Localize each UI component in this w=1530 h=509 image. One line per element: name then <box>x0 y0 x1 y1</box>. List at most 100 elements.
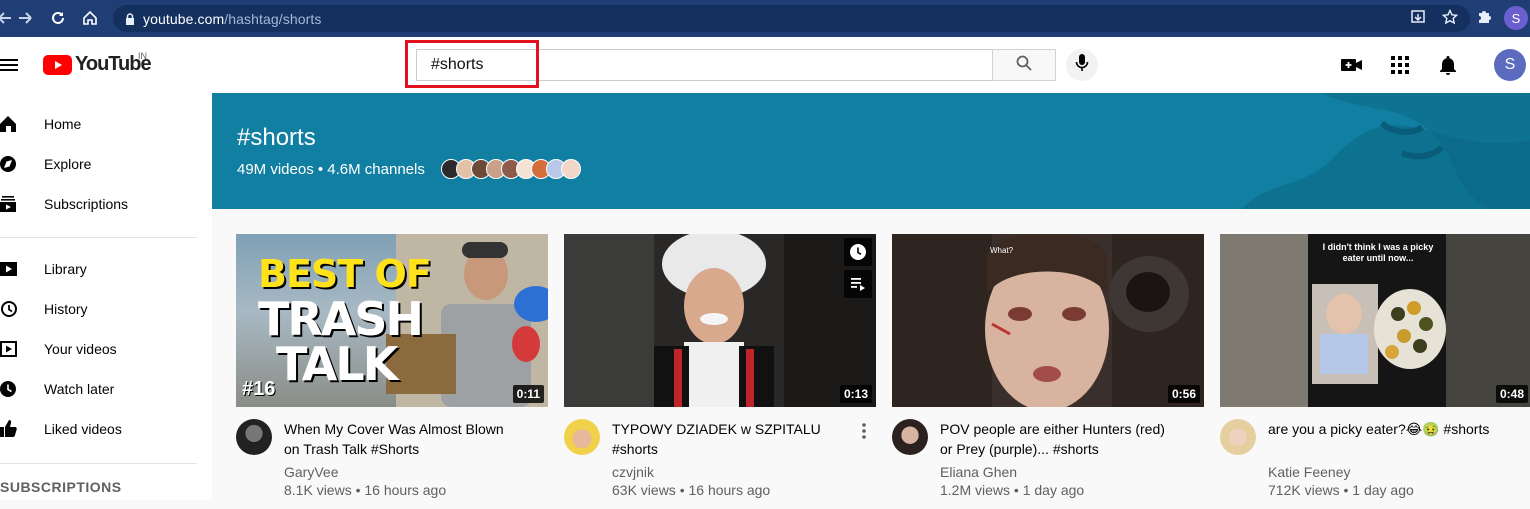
video-stats: 8.1K views • 16 hours ago <box>284 482 447 498</box>
more-options-icon[interactable] <box>852 419 876 443</box>
create-video-icon[interactable] <box>1340 53 1364 77</box>
search-highlight-annotation <box>405 40 539 88</box>
sidebar-item-home[interactable]: Home <box>0 104 212 144</box>
notifications-bell-icon[interactable] <box>1436 53 1460 77</box>
channel-name[interactable]: Eliana Ghen <box>940 464 1017 480</box>
sidebar: Home Explore Subscriptions Library Histo… <box>0 93 212 500</box>
channel-name[interactable]: GaryVee <box>284 464 338 480</box>
youtube-logo[interactable]: YouTube <box>43 53 152 76</box>
logo-region-label: IN <box>138 51 147 61</box>
history-icon <box>0 299 20 319</box>
sidebar-item-library[interactable]: Library <box>0 249 212 289</box>
sidebar-item-label: Home <box>44 116 82 132</box>
home-icon <box>0 114 20 134</box>
channel-avatar-stack[interactable] <box>441 159 581 179</box>
channel-avatar[interactable] <box>236 419 272 455</box>
clock-icon <box>850 244 866 260</box>
sidebar-divider <box>0 237 197 238</box>
video-title[interactable]: TYPOWY DZIADEK w SZPITALU #shorts <box>612 419 848 459</box>
duration-badge: 0:48 <box>1495 385 1528 403</box>
menu-icon[interactable] <box>0 55 20 75</box>
video-title[interactable]: are you a picky eater?😂🤢 #shorts <box>1268 419 1504 439</box>
duration-badge: 0:56 <box>1167 385 1200 403</box>
thumb-up-icon <box>0 419 20 439</box>
channel-avatar <box>561 159 581 179</box>
sidebar-item-label: Your videos <box>44 341 117 357</box>
video-card[interactable]: I didn't think I was a picky eater until… <box>1220 234 1530 509</box>
sidebar-item-liked-videos[interactable]: Liked videos <box>0 409 212 449</box>
video-stats: 712K views • 1 day ago <box>1268 482 1414 498</box>
thumbnail-headline: TALK <box>276 337 398 391</box>
sidebar-item-watch-later[interactable]: Watch later <box>0 369 212 409</box>
hashtag-title: #shorts <box>237 124 316 151</box>
sidebar-item-label: Subscriptions <box>44 196 129 212</box>
channel-avatar[interactable] <box>1220 419 1256 455</box>
voice-search-button[interactable] <box>1066 49 1098 81</box>
sidebar-item-label: Explore <box>44 156 92 172</box>
sidebar-section-title: SUBSCRIPTIONS <box>0 479 122 495</box>
thumbnail-artwork <box>892 234 1204 407</box>
your-videos-icon <box>0 339 20 359</box>
add-to-queue-button[interactable] <box>844 270 872 298</box>
sidebar-item-your-videos[interactable]: Your videos <box>0 329 212 369</box>
video-stats: 63K views • 16 hours ago <box>612 482 771 498</box>
thumbnail-episode-badge: #16 <box>242 378 276 400</box>
video-title[interactable]: When My Cover Was Almost Blown on Trash … <box>284 419 520 459</box>
thumbnail-caption: I didn't think I was a picky eater until… <box>1322 242 1434 263</box>
sidebar-item-label: History <box>44 301 88 317</box>
lock-icon <box>123 12 137 26</box>
banner-decoration <box>1242 93 1530 209</box>
subscriptions-icon <box>0 194 20 214</box>
reload-icon[interactable] <box>45 5 71 31</box>
sidebar-item-label: Watch later <box>44 381 115 397</box>
browser-profile-avatar[interactable]: S <box>1504 6 1528 30</box>
sidebar-item-label: Library <box>44 261 87 277</box>
account-avatar[interactable]: S <box>1494 49 1526 81</box>
queue-icon <box>851 278 865 291</box>
hashtag-banner: #shorts 49M videos • 4.6M channels <box>212 93 1530 209</box>
bookmark-star-icon[interactable] <box>1441 8 1459 30</box>
video-card[interactable]: What? 0:56 POV people are either Hunters… <box>892 234 1204 509</box>
search-button[interactable] <box>992 49 1056 81</box>
url-host: youtube.com <box>143 10 225 27</box>
video-title[interactable]: POV people are either Hunters (red) or P… <box>940 419 1176 459</box>
thumbnail-caption: What? <box>990 246 1014 255</box>
duration-badge: 0:11 <box>512 385 544 403</box>
url-path: /hashtag/shorts <box>224 10 322 27</box>
channel-name[interactable]: czvjnik <box>612 464 654 480</box>
sidebar-item-explore[interactable]: Explore <box>0 144 212 184</box>
install-icon[interactable] <box>1410 9 1426 30</box>
thumbnail-headline: BEST OF <box>258 252 432 296</box>
video-stats: 1.2M views • 1 day ago <box>940 482 1085 498</box>
duration-badge: 0:13 <box>839 385 872 403</box>
masthead: YouTube IN #shorts S <box>0 37 1530 93</box>
video-thumbnail[interactable]: What? 0:56 <box>892 234 1204 407</box>
apps-grid-icon[interactable] <box>1388 53 1412 77</box>
video-thumbnail[interactable]: 0:13 <box>564 234 876 407</box>
extensions-icon[interactable] <box>1476 7 1494 30</box>
video-card[interactable]: 0:13 TYPOWY DZIADEK w SZPITALU #shorts c… <box>564 234 876 509</box>
search-icon <box>1015 54 1033 77</box>
compass-icon <box>0 154 20 174</box>
sidebar-divider <box>0 463 197 464</box>
sidebar-item-label: Liked videos <box>44 421 122 437</box>
address-bar[interactable]: youtube.com/hashtag/shorts <box>113 5 1470 32</box>
sidebar-item-subscriptions[interactable]: Subscriptions <box>0 184 212 224</box>
home-browser-icon[interactable] <box>77 5 103 31</box>
hashtag-stats: 49M videos • 4.6M channels <box>237 161 425 178</box>
clock-icon <box>0 379 20 399</box>
sidebar-item-history[interactable]: History <box>0 289 212 329</box>
url-text: youtube.com/hashtag/shorts <box>143 11 322 27</box>
library-icon <box>0 259 20 279</box>
watch-later-button[interactable] <box>844 238 872 266</box>
forward-icon[interactable] <box>12 5 38 31</box>
channel-avatar[interactable] <box>564 419 600 455</box>
channel-avatar[interactable] <box>892 419 928 455</box>
video-card[interactable]: BEST OF TRASH TALK #16 0:11 When My Cove… <box>236 234 548 509</box>
mic-icon <box>1075 53 1089 78</box>
video-thumbnail[interactable]: I didn't think I was a picky eater until… <box>1220 234 1530 407</box>
logo-play-icon <box>43 54 72 75</box>
video-thumbnail[interactable]: BEST OF TRASH TALK #16 0:11 <box>236 234 548 407</box>
channel-name[interactable]: Katie Feeney <box>1268 464 1351 480</box>
thumbnail-artwork <box>564 234 876 407</box>
